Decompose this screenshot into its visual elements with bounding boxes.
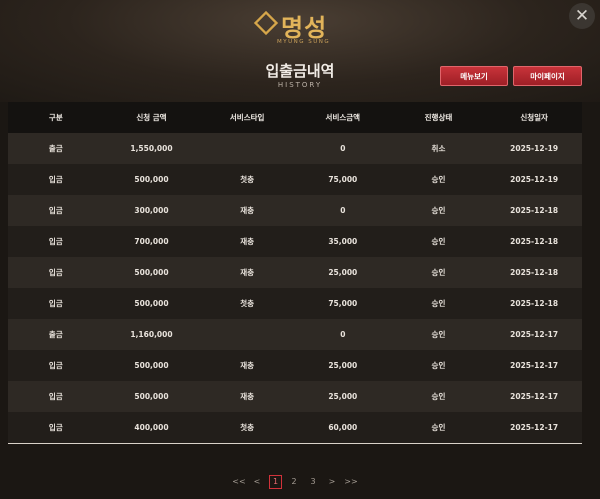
cell-type: 입금 [8,381,104,412]
cell-status: 승인 [390,226,487,257]
history-table-container: 구분 신청 금액 서비스타입 서비스금액 진행상태 신청일자 출금 1,550,… [8,102,582,444]
table-row: 입금 500,000 첫충 75,000 승인 2025-12-19 [8,164,582,195]
table-body: 출금 1,550,000 0 취소 2025-12-19 입금 500,000 … [8,133,582,444]
cell-date: 2025-12-18 [486,195,582,226]
cell-service-amount: 0 [294,195,391,226]
cell-status: 승인 [390,288,487,319]
page-link[interactable]: 2 [289,475,299,489]
cell-date: 2025-12-18 [486,257,582,288]
cell-amount: 700,000 [103,226,200,257]
cell-date: 2025-12-19 [486,133,582,164]
cell-type: 출금 [8,319,104,350]
cell-status: 승인 [390,164,487,195]
page-link-current[interactable]: 1 [269,475,282,489]
cell-service-type: 재충 [199,226,295,257]
cell-amount: 400,000 [103,412,200,444]
cell-service-type: 첫충 [199,288,295,319]
cell-type: 입금 [8,164,104,195]
cell-amount: 1,550,000 [103,133,200,164]
cell-service-type: 재충 [199,350,295,381]
cell-type: 입금 [8,350,104,381]
cell-amount: 500,000 [103,257,200,288]
cell-date: 2025-12-17 [486,381,582,412]
cell-service-type: 첫충 [199,164,295,195]
col-header-amount: 신청 금액 [103,102,200,133]
cell-amount: 500,000 [103,381,200,412]
page-subtitle: HISTORY [277,81,323,89]
brand-subtitle: MYUNG SUNG [277,39,331,45]
table-row: 입금 700,000 재충 35,000 승인 2025-12-18 [8,226,582,257]
col-header-type: 구분 [8,102,104,133]
last-page-link[interactable]: >> [344,475,358,489]
cell-amount: 300,000 [103,195,200,226]
table-row: 입금 400,000 첫충 60,000 승인 2025-12-17 [8,412,582,444]
diamond-logo-icon [253,10,279,36]
cell-type: 입금 [8,412,104,444]
cell-service-type: 재충 [199,381,295,412]
cell-service-amount: 0 [294,319,391,350]
cell-date: 2025-12-19 [486,164,582,195]
table-row: 입금 500,000 재충 25,000 승인 2025-12-17 [8,381,582,412]
col-header-service-type: 서비스타입 [199,102,295,133]
cell-status: 승인 [390,319,487,350]
table-row: 입금 300,000 재충 0 승인 2025-12-18 [8,195,582,226]
cell-service-type [199,133,295,164]
cell-date: 2025-12-18 [486,288,582,319]
table-row: 출금 1,160,000 0 승인 2025-12-17 [8,319,582,350]
cell-type: 입금 [8,226,104,257]
cell-date: 2025-12-17 [486,350,582,381]
brand-name: 명성 [281,13,328,42]
cell-service-type [199,319,295,350]
table-row: 입금 500,000 재충 25,000 승인 2025-12-17 [8,350,582,381]
cell-service-amount: 75,000 [294,288,391,319]
cell-type: 입금 [8,195,104,226]
prev-page-link[interactable]: < [252,475,262,489]
cell-service-amount: 75,000 [294,164,391,195]
page-title: 입출금내역 [265,62,335,80]
cell-status: 승인 [390,381,487,412]
col-header-status: 진행상태 [390,102,487,133]
cell-status: 승인 [390,257,487,288]
table-row: 출금 1,550,000 0 취소 2025-12-19 [8,133,582,164]
cell-amount: 1,160,000 [103,319,200,350]
table-header-row: 구분 신청 금액 서비스타입 서비스금액 진행상태 신청일자 [8,102,582,133]
cell-status: 승인 [390,412,487,444]
cell-status: 승인 [390,350,487,381]
cell-service-type: 재충 [199,257,295,288]
cell-service-type: 첫충 [199,412,295,444]
cell-status: 취소 [390,133,487,164]
header-banner: 명성 MYUNG SUNG ✕ 입출금내역 HISTORY 메뉴보기 마이페이지 [0,0,600,102]
cell-type: 출금 [8,133,104,164]
cell-service-amount: 35,000 [294,226,391,257]
col-header-date: 신청일자 [486,102,582,133]
cell-date: 2025-12-17 [486,319,582,350]
cell-service-amount: 25,000 [294,350,391,381]
mypage-button[interactable]: 마이페이지 [513,66,582,86]
col-header-service-amount: 서비스금액 [294,102,391,133]
cell-service-amount: 25,000 [294,257,391,288]
table-row: 입금 500,000 첫충 75,000 승인 2025-12-18 [8,288,582,319]
page-link[interactable]: 3 [308,475,318,489]
cell-service-amount: 25,000 [294,381,391,412]
cell-date: 2025-12-18 [486,226,582,257]
cell-service-amount: 60,000 [294,412,391,444]
cell-service-type: 재충 [199,195,295,226]
cell-status: 승인 [390,195,487,226]
first-page-link[interactable]: << [232,475,246,489]
cell-date: 2025-12-17 [486,412,582,444]
brand-logo[interactable]: 명성 MYUNG SUNG [253,8,345,48]
history-table: 구분 신청 금액 서비스타입 서비스금액 진행상태 신청일자 출금 1,550,… [8,102,582,444]
cell-amount: 500,000 [103,350,200,381]
cell-amount: 500,000 [103,164,200,195]
cell-type: 입금 [8,257,104,288]
cell-type: 입금 [8,288,104,319]
next-page-link[interactable]: > [327,475,337,489]
cell-service-amount: 0 [294,133,391,164]
close-icon[interactable]: ✕ [569,3,595,29]
cell-amount: 500,000 [103,288,200,319]
menu-button[interactable]: 메뉴보기 [440,66,508,86]
table-row: 입금 500,000 재충 25,000 승인 2025-12-18 [8,257,582,288]
